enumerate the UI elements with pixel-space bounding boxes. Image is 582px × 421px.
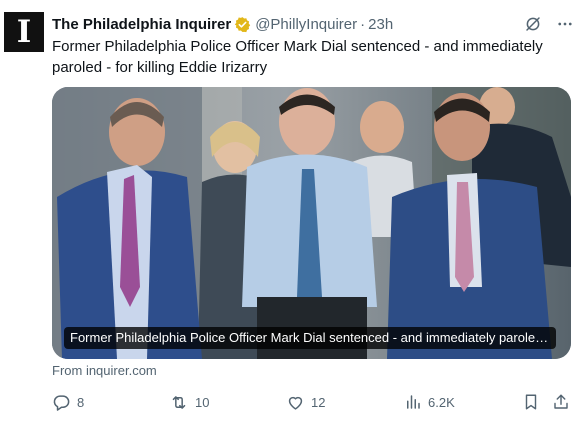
heart-icon — [288, 396, 303, 410]
account-name[interactable]: The Philadelphia Inquirer — [52, 16, 231, 33]
views-count: 6.2K — [428, 394, 455, 410]
avatar[interactable]: I — [4, 12, 44, 52]
inquirer-logo-icon: I — [16, 13, 32, 50]
more-options-icon[interactable] — [556, 15, 574, 33]
news-photo — [52, 87, 571, 359]
reply-icon — [53, 394, 70, 411]
grok-icon[interactable] — [524, 15, 542, 33]
tweet-header: The Philadelphia Inquirer @PhillyInquire… — [52, 13, 574, 35]
separator-dot: · — [360, 15, 366, 33]
like-count: 12 — [311, 394, 326, 410]
repost-icon — [172, 395, 186, 409]
reply-count: 8 — [77, 394, 85, 410]
bookmark-button[interactable] — [522, 390, 540, 414]
reply-button[interactable]: 8 — [52, 390, 84, 414]
action-bar: 8 10 12 6.2K — [52, 390, 572, 414]
bookmark-icon — [525, 394, 537, 410]
card-caption: Former Philadelphia Police Officer Mark … — [64, 327, 556, 349]
repost-count: 10 — [195, 394, 210, 410]
views-icon — [407, 395, 420, 409]
repost-button[interactable]: 10 — [169, 390, 209, 414]
views-button[interactable]: 6.2K — [404, 390, 455, 414]
link-card[interactable]: Former Philadelphia Police Officer Mark … — [52, 87, 571, 359]
account-handle[interactable]: @PhillyInquirer — [255, 16, 357, 33]
card-source[interactable]: From inquirer.com — [52, 363, 157, 378]
verified-badge-icon — [234, 16, 251, 32]
timestamp[interactable]: 23h — [368, 16, 393, 33]
share-button[interactable] — [552, 390, 570, 414]
share-icon — [554, 394, 568, 409]
tweet-text: Former Philadelphia Police Officer Mark … — [52, 38, 543, 76]
header-actions — [524, 13, 574, 35]
like-button[interactable]: 12 — [286, 390, 325, 414]
